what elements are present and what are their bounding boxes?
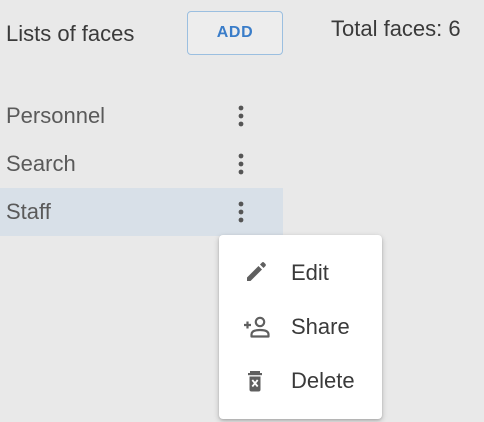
list-item-label: Staff [6,199,51,224]
context-menu: Edit Share Delete [219,235,382,419]
face-lists: Personnel Search Staff [0,92,283,236]
list-item-search[interactable]: Search [0,140,283,188]
total-faces-label: Total faces: 6 [331,16,461,41]
person-add-icon [244,316,270,338]
list-item-staff[interactable]: Staff [0,188,283,236]
list-item-label: Personnel [6,103,106,128]
menu-item-edit[interactable]: Edit [219,246,382,300]
list-item-label: Search [6,151,76,176]
list-item-personnel[interactable]: Personnel [0,92,283,140]
menu-item-label: Delete [291,368,355,393]
menu-item-delete[interactable]: Delete [219,354,382,408]
trash-icon [248,371,262,392]
more-vert-icon[interactable] [230,200,252,224]
menu-item-label: Edit [291,260,329,285]
more-vert-icon[interactable] [230,104,252,128]
menu-item-share[interactable]: Share [219,300,382,354]
add-button[interactable]: ADD [187,11,283,55]
more-vert-icon[interactable] [230,152,252,176]
menu-item-label: Share [291,314,350,339]
pencil-icon [247,262,266,281]
page-title: Lists of faces [6,21,135,46]
